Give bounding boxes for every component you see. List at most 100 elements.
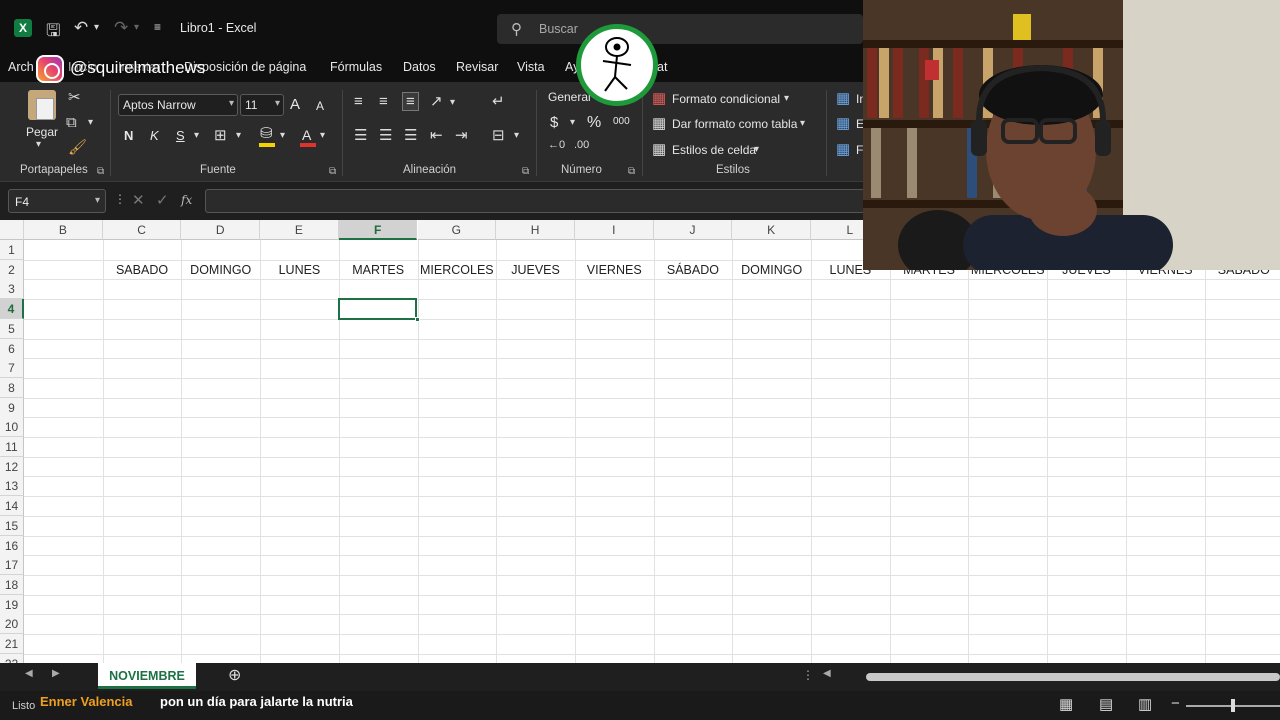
redo-icon[interactable]: ↷ [114, 18, 128, 38]
insert-cells-icon[interactable]: ▦ [836, 91, 850, 106]
column-header-g[interactable]: G [417, 220, 497, 240]
align-left-icon[interactable]: ☰ [354, 128, 367, 143]
row-header-10[interactable]: 10 [0, 417, 24, 438]
more-icon[interactable]: ⋮ [802, 669, 814, 681]
format-table-icon[interactable]: ▦ [652, 116, 666, 131]
tab-archivo[interactable]: Arch [8, 60, 34, 74]
thousands-button[interactable]: 000 [613, 116, 630, 127]
active-cell[interactable] [337, 298, 418, 320]
font-size-dropdown[interactable]: 11 ▾ [240, 94, 284, 116]
save-icon[interactable]: 🖫 [46, 18, 60, 47]
tab-datos[interactable]: Datos [403, 60, 436, 74]
format-cells-icon[interactable]: ▦ [836, 142, 850, 157]
cell-row2-day[interactable]: SABADO [103, 260, 182, 280]
currency-button[interactable]: $ [550, 114, 558, 131]
chevron-down-icon[interactable]: ▾ [754, 145, 759, 155]
row-header-18[interactable]: 18 [0, 574, 24, 595]
row-header-22[interactable]: 22 [0, 653, 24, 663]
orientation-icon[interactable]: ↗ [430, 94, 443, 109]
number-format-dropdown[interactable]: General [543, 86, 591, 108]
align-center-icon[interactable]: ☰ [379, 128, 392, 143]
search-box[interactable]: ⚲ Buscar [497, 14, 863, 44]
align-right-icon[interactable]: ☰ [404, 128, 417, 143]
copy-dropdown-icon[interactable]: ▾ [88, 118, 93, 128]
column-header-k[interactable]: K [732, 220, 811, 240]
worksheet-grid[interactable]: B C D E F G H I J K L 1 2 3 4 5 6 7 8 9 10 11 12 13 14 15 16 17 18 19… [0, 220, 1280, 663]
row-header-4[interactable]: 4 [0, 299, 24, 320]
column-header-c[interactable]: C [102, 220, 182, 240]
currency-dropdown-icon[interactable]: ▾ [570, 118, 575, 128]
cell-styles-icon[interactable]: ▦ [652, 142, 666, 157]
column-header-i[interactable]: I [574, 220, 654, 240]
fill-dropdown-icon[interactable]: ▾ [280, 131, 285, 141]
shrink-font-button[interactable]: A [316, 99, 324, 113]
percent-button[interactable]: % [587, 114, 601, 132]
horizontal-scrollbar[interactable] [866, 673, 1280, 681]
wrap-text-icon[interactable]: ↵ [492, 94, 505, 109]
cut-icon[interactable]: ✂ [68, 90, 81, 105]
row-header-9[interactable]: 9 [0, 397, 24, 418]
chevron-down-icon[interactable]: ▾ [784, 94, 789, 104]
page-break-icon[interactable]: ▥ [1138, 697, 1152, 712]
tab-revisar[interactable]: Revisar [456, 60, 498, 74]
row-header-16[interactable]: 16 [0, 535, 24, 556]
bold-button[interactable]: N [124, 128, 133, 143]
undo-icon[interactable]: ↶ [74, 18, 88, 38]
formula-input[interactable] [205, 189, 865, 213]
cell-row2-day[interactable]: DOMINGO [181, 260, 260, 280]
underline-button[interactable]: S [176, 128, 185, 143]
grow-font-button[interactable]: A [290, 96, 300, 113]
alignment-launcher-icon[interactable]: ⧉ [522, 166, 529, 177]
row-header-17[interactable]: 17 [0, 555, 24, 576]
insert-function-button[interactable]: fx [181, 193, 192, 207]
row-header-3[interactable]: 3 [0, 279, 24, 300]
merge-dropdown-icon[interactable]: ▾ [514, 131, 519, 141]
font-launcher-icon[interactable]: ⧉ [329, 166, 336, 177]
cell-row2-day[interactable]: VIERNES [575, 260, 654, 280]
redo-dropdown-icon[interactable]: ▾ [134, 22, 139, 33]
zoom-out-icon[interactable]: − [1171, 696, 1180, 711]
row-header-7[interactable]: 7 [0, 358, 24, 379]
decrease-decimal-icon[interactable]: .00 [574, 140, 589, 151]
cell-row2-day[interactable]: JUEVES [496, 260, 575, 280]
column-header-b[interactable]: B [24, 220, 103, 240]
increase-indent-icon[interactable]: ⇥ [455, 128, 468, 143]
scroll-left-icon[interactable]: ◀ [25, 669, 33, 679]
borders-dropdown-icon[interactable]: ▾ [236, 131, 241, 141]
column-header-f[interactable]: F [338, 220, 418, 240]
column-header-h[interactable]: H [496, 220, 575, 240]
paste-dropdown-icon[interactable]: ▾ [36, 140, 41, 150]
paste-label[interactable]: Pegar [26, 125, 58, 139]
customize-toolbar-icon[interactable]: ≡ [154, 20, 161, 34]
format-painter-icon[interactable]: 🖌 [68, 140, 87, 155]
row-header-8[interactable]: 8 [0, 377, 24, 398]
zoom-slider-thumb[interactable] [1231, 699, 1235, 712]
cell-styles-button[interactable]: Estilos de celda [672, 143, 756, 157]
row-header-20[interactable]: 20 [0, 614, 24, 635]
row-header-14[interactable]: 14 [0, 496, 24, 517]
cell-row2-day[interactable]: MIERCOLES [418, 260, 497, 280]
italic-button[interactable]: K [150, 128, 159, 143]
font-color-button[interactable]: A [302, 127, 311, 143]
cell-row2-day[interactable]: DOMINGO [732, 260, 811, 280]
font-name-dropdown[interactable]: Aptos Narrow ▾ [118, 94, 238, 116]
cell-row2-day[interactable]: LUNES [260, 260, 339, 280]
row-header-6[interactable]: 6 [0, 338, 24, 359]
row-header-5[interactable]: 5 [0, 318, 24, 339]
row-header-12[interactable]: 12 [0, 456, 24, 477]
delete-cells-icon[interactable]: ▦ [836, 116, 850, 131]
fill-color-icon[interactable]: ⛁ [260, 126, 273, 141]
format-as-table-button[interactable]: Dar formato como tabla [672, 117, 797, 131]
align-top-icon[interactable]: ≡ [354, 94, 363, 109]
number-launcher-icon[interactable]: ⧉ [628, 166, 635, 177]
name-box[interactable]: F4 ▾ [8, 189, 106, 213]
sheet-tab-active[interactable]: NOVIEMBRE [98, 663, 196, 689]
hscroll-left-icon[interactable]: ◀ [823, 669, 831, 679]
column-header-j[interactable]: J [653, 220, 733, 240]
row-header-15[interactable]: 15 [0, 515, 24, 536]
select-all-corner[interactable] [0, 220, 24, 240]
copy-icon[interactable]: ⧉ [66, 115, 77, 130]
more-icon[interactable]: ⋮ [114, 193, 126, 205]
underline-dropdown-icon[interactable]: ▾ [194, 131, 199, 141]
tab-automate[interactable]: at [657, 60, 667, 74]
